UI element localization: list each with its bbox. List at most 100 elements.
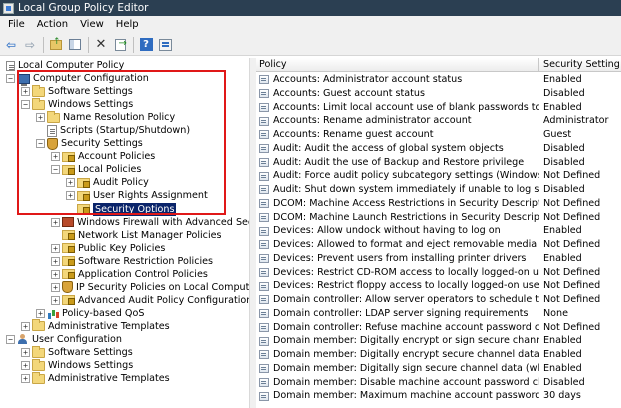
expand-toggle-icon[interactable]: + bbox=[51, 282, 60, 292]
policy-row[interactable]: Accounts: Guest account status Disabled bbox=[256, 87, 621, 101]
policy-row[interactable]: Audit: Force audit policy subcategory se… bbox=[256, 169, 621, 183]
tree-windows-firewall[interactable]: + Windows Firewall with Advanced Security bbox=[51, 216, 249, 229]
policy-row[interactable]: Accounts: Administrator account status En… bbox=[256, 73, 621, 87]
shield-icon bbox=[62, 281, 73, 294]
tree-windows-settings[interactable]: − Windows Settings bbox=[21, 97, 133, 111]
expand-toggle-icon[interactable]: + bbox=[21, 348, 30, 358]
tree-audit-policy[interactable]: + Audit Policy bbox=[66, 176, 149, 189]
policy-name-cell: Domain member: Disable machine account p… bbox=[256, 376, 539, 390]
tree-network-list-manager[interactable]: Network List Manager Policies bbox=[51, 229, 222, 242]
tree-local-policies[interactable]: − Local Policies bbox=[51, 163, 141, 176]
policy-name-cell: Devices: Restrict floppy access to local… bbox=[256, 279, 539, 293]
column-header-security-setting[interactable]: Security Setting bbox=[539, 58, 621, 71]
properties-button[interactable] bbox=[156, 36, 174, 54]
menu-help[interactable]: Help bbox=[110, 16, 145, 34]
up-one-level-button[interactable] bbox=[47, 36, 65, 54]
tree-computer-configuration[interactable]: − Computer Configuration bbox=[6, 72, 149, 86]
policy-row[interactable]: Domain member: Digitally encrypt or sign… bbox=[256, 334, 621, 348]
delete-button[interactable]: ✕ bbox=[92, 36, 110, 54]
policy-setting-icon bbox=[259, 254, 269, 264]
policy-name: Devices: Allow undock without having to … bbox=[273, 225, 501, 237]
tree-user-rights-assignment[interactable]: + User Rights Assignment bbox=[66, 189, 208, 202]
expand-toggle-icon[interactable]: + bbox=[51, 152, 60, 162]
policy-row[interactable]: Domain member: Digitally encrypt secure … bbox=[256, 348, 621, 362]
collapse-toggle-icon[interactable]: − bbox=[21, 100, 30, 110]
expand-toggle-icon[interactable]: + bbox=[66, 191, 75, 201]
tree-item-label: Advanced Audit Policy Configuration bbox=[78, 294, 250, 306]
policy-name: Devices: Allowed to format and eject rem… bbox=[273, 239, 538, 250]
expand-toggle-icon[interactable]: + bbox=[51, 243, 60, 253]
tree-item-label: Administrative Templates bbox=[48, 373, 170, 385]
tree-root[interactable]: Local Computer Policy bbox=[6, 59, 124, 72]
list-header: Policy Security Setting bbox=[256, 58, 621, 72]
column-header-policy[interactable]: Policy bbox=[256, 58, 539, 71]
tree-ip-security-policies[interactable]: + IP Security Policies on Local Computer bbox=[51, 281, 250, 294]
tree-application-control-policies[interactable]: + Application Control Policies bbox=[51, 268, 208, 281]
security-folder-icon bbox=[62, 151, 75, 162]
expand-toggle-icon[interactable]: + bbox=[21, 361, 30, 371]
expand-toggle-icon[interactable]: + bbox=[51, 256, 60, 266]
tree-user-windows-settings[interactable]: + Windows Settings bbox=[21, 358, 133, 372]
tree-software-restriction-policies[interactable]: + Software Restriction Policies bbox=[51, 255, 213, 268]
expand-toggle-icon[interactable]: + bbox=[51, 269, 60, 279]
policy-row[interactable]: Domain controller: Allow server operator… bbox=[256, 293, 621, 307]
tree-administrative-templates[interactable]: + Administrative Templates bbox=[21, 319, 170, 333]
expand-toggle-icon[interactable]: + bbox=[21, 87, 30, 97]
tree-user-software-settings[interactable]: + Software Settings bbox=[21, 345, 133, 359]
policy-row[interactable]: Domain member: Maximum machine account p… bbox=[256, 389, 621, 403]
collapse-toggle-icon[interactable]: − bbox=[6, 335, 15, 344]
tree-name-resolution-policy[interactable]: + Name Resolution Policy bbox=[36, 110, 175, 124]
policy-row[interactable]: Accounts: Limit local account use of bla… bbox=[256, 101, 621, 115]
expand-toggle-icon[interactable]: + bbox=[36, 308, 45, 318]
policy-row[interactable]: Devices: Allow undock without having to … bbox=[256, 224, 621, 238]
policy-row[interactable]: Devices: Restrict floppy access to local… bbox=[256, 279, 621, 293]
tree-account-policies[interactable]: + Account Policies bbox=[51, 150, 155, 163]
back-button[interactable]: ⇦ bbox=[2, 36, 20, 54]
tree-user-configuration[interactable]: − User Configuration bbox=[6, 333, 122, 346]
policy-row[interactable]: Audit: Shut down system immediately if u… bbox=[256, 183, 621, 197]
menu-file[interactable]: File bbox=[2, 16, 31, 34]
policy-row[interactable]: Accounts: Rename administrator account Ad… bbox=[256, 114, 621, 128]
collapse-toggle-icon[interactable]: − bbox=[36, 139, 45, 149]
menu-action[interactable]: Action bbox=[31, 16, 74, 34]
show-hide-tree-button[interactable] bbox=[66, 36, 84, 54]
policy-row[interactable]: Domain member: Digitally sign secure cha… bbox=[256, 362, 621, 376]
tree-security-options[interactable]: Security Options bbox=[66, 202, 177, 216]
expand-toggle-icon[interactable]: + bbox=[51, 217, 60, 227]
policy-row[interactable]: Devices: Prevent users from installing p… bbox=[256, 252, 621, 266]
policy-row[interactable]: Audit: Audit the use of Backup and Resto… bbox=[256, 156, 621, 170]
collapse-toggle-icon[interactable]: − bbox=[51, 165, 60, 175]
export-list-button[interactable] bbox=[111, 36, 129, 54]
policy-row[interactable]: Domain controller: LDAP server signing r… bbox=[256, 307, 621, 321]
tree-user-administrative-templates[interactable]: + Administrative Templates bbox=[21, 371, 170, 385]
expand-toggle-icon[interactable]: + bbox=[21, 321, 30, 331]
menu-view[interactable]: View bbox=[74, 16, 110, 34]
policy-row[interactable]: Accounts: Rename guest account Guest bbox=[256, 128, 621, 142]
tree-policy-based-qos[interactable]: + Policy-based QoS bbox=[36, 307, 144, 320]
policy-row[interactable]: Devices: Allowed to format and eject rem… bbox=[256, 238, 621, 252]
policy-row[interactable]: Audit: Audit the access of global system… bbox=[256, 142, 621, 156]
security-setting-value: Disabled bbox=[543, 87, 585, 99]
tree-item-label: Windows Firewall with Advanced Security bbox=[77, 216, 249, 228]
tree-software-settings[interactable]: + Software Settings bbox=[21, 84, 133, 98]
policy-row[interactable]: Devices: Restrict CD-ROM access to local… bbox=[256, 266, 621, 280]
policy-name-cell: Domain controller: LDAP server signing r… bbox=[256, 307, 539, 321]
tree-advanced-audit-policy[interactable]: + Advanced Audit Policy Configuration bbox=[51, 294, 250, 307]
forward-button[interactable]: ⇨ bbox=[21, 36, 39, 54]
tree-public-key-policies[interactable]: + Public Key Policies bbox=[51, 242, 165, 255]
tree-item-label: IP Security Policies on Local Computer bbox=[76, 281, 250, 293]
expand-toggle-icon[interactable]: + bbox=[21, 374, 30, 384]
security-setting-value: Enabled bbox=[543, 252, 582, 264]
tree-scripts[interactable]: Scripts (Startup/Shutdown) bbox=[36, 124, 190, 137]
policy-row[interactable]: Domain controller: Refuse machine accoun… bbox=[256, 321, 621, 335]
expand-toggle-icon[interactable]: + bbox=[51, 295, 60, 305]
collapse-toggle-icon[interactable]: − bbox=[6, 74, 15, 83]
policy-row[interactable]: Domain member: Disable machine account p… bbox=[256, 376, 621, 390]
expand-toggle-icon[interactable]: + bbox=[66, 178, 75, 188]
tree-security-settings[interactable]: − Security Settings bbox=[36, 137, 143, 150]
policy-row[interactable]: DCOM: Machine Access Restrictions in Sec… bbox=[256, 197, 621, 211]
policy-row[interactable]: DCOM: Machine Launch Restrictions in Sec… bbox=[256, 211, 621, 225]
expand-toggle-icon[interactable]: + bbox=[36, 113, 45, 123]
shield-icon bbox=[47, 137, 58, 150]
help-button[interactable]: ? bbox=[137, 36, 155, 54]
